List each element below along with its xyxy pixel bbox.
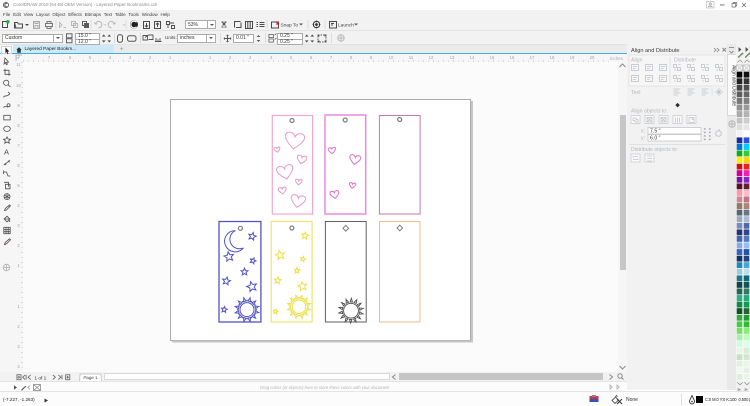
svg-text:x:: x: [641, 129, 645, 135]
svg-text:Text: Text [631, 90, 641, 96]
svg-text:Distribute objects to:: Distribute objects to: [631, 147, 678, 153]
svg-text:y:: y: [641, 136, 645, 142]
svg-text:Distribute: Distribute [674, 58, 696, 64]
svg-text:1 of 1: 1 of 1 [34, 375, 46, 381]
svg-text:Align objects to:: Align objects to: [631, 109, 668, 115]
svg-text:Align and Distribute: Align and Distribute [631, 48, 680, 54]
svg-text:Align: Align [631, 58, 643, 64]
svg-text:7.5 ": 7.5 " [650, 129, 661, 135]
svg-text:6.0 ": 6.0 " [650, 136, 661, 142]
